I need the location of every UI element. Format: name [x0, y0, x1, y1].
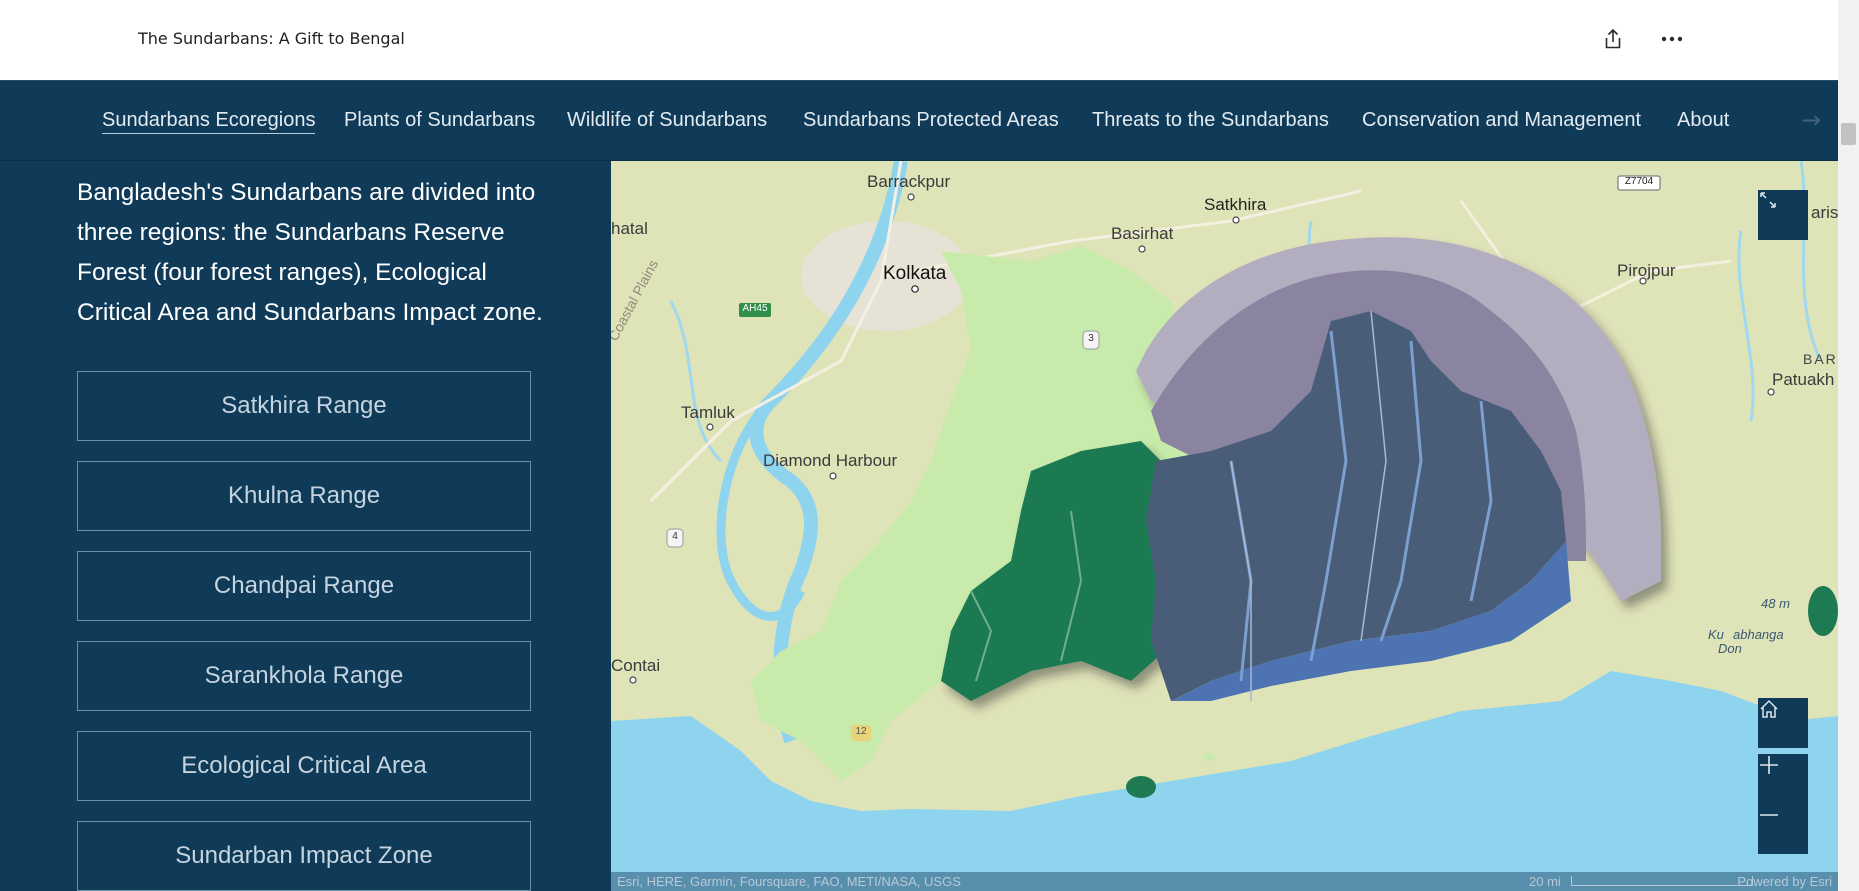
label-bar: BAR — [1803, 351, 1838, 367]
sarankhola-range-button[interactable]: Sarankhola Range — [77, 641, 531, 711]
city-dot-5 — [706, 423, 714, 431]
nav-item-about[interactable]: About — [1677, 109, 1729, 132]
home-icon — [1760, 699, 1778, 718]
map-view[interactable]: Barrackpur Satkhira Basirhat Kolkata hat… — [611, 161, 1838, 891]
page-scrollbar[interactable] — [1838, 0, 1859, 891]
zoom-out-button[interactable] — [1758, 804, 1808, 854]
label-tamluk: Tamluk — [681, 403, 735, 422]
nav-item-conservation[interactable]: Conservation and Management — [1362, 109, 1641, 132]
nav-next-arrow-icon[interactable]: → — [1796, 105, 1826, 135]
ecological-critical-area-button[interactable]: Ecological Critical Area — [77, 731, 531, 801]
map-attribution-bar: Esri, HERE, Garmin, Foursquare, FAO, MET… — [611, 872, 1838, 891]
satkhira-range-button[interactable]: Satkhira Range — [77, 371, 531, 441]
story-title: The Sundarbans: A Gift to Bengal — [138, 29, 405, 48]
shield-4: 4 — [672, 531, 678, 542]
city-dot-6 — [829, 472, 837, 480]
more-options-button[interactable] — [1655, 22, 1689, 56]
share-icon — [1605, 29, 1621, 49]
khulna-range-button[interactable]: Khulna Range — [77, 461, 531, 531]
nav-item-threats[interactable]: Threats to the Sundarbans — [1092, 109, 1329, 132]
label-elevation: 48 m — [1761, 596, 1790, 611]
expand-button[interactable] — [1758, 190, 1808, 240]
island-3 — [1808, 586, 1838, 636]
label-pirojpur: Pirojpur — [1617, 261, 1676, 280]
label-patuakhali: Patuakh — [1772, 370, 1835, 389]
shield-3: 3 — [1088, 333, 1094, 344]
shield-12: 12 — [855, 726, 867, 737]
top-header: The Sundarbans: A Gift to Bengal — [0, 0, 1838, 80]
shield-ah45: AH45 — [742, 303, 768, 314]
city-dot-2 — [1232, 216, 1240, 224]
label-bhatal: hatal — [611, 219, 648, 238]
nav-item-wildlife[interactable]: Wildlife of Sundarbans — [567, 109, 767, 132]
zoom-in-icon — [1760, 756, 1778, 774]
chandpai-range-button[interactable]: Chandpai Range — [77, 551, 531, 621]
island-2 — [1203, 753, 1215, 761]
city-dot-7 — [629, 676, 637, 684]
label-kuakata-2: abhanga — [1733, 627, 1784, 642]
scrollbar-thumb[interactable] — [1841, 123, 1856, 145]
city-dot-4 — [911, 285, 919, 293]
expand-icon — [1760, 192, 1776, 208]
powered-by-esri[interactable]: Powered by Esri — [1721, 874, 1832, 889]
more-icon — [1661, 36, 1683, 42]
label-barisal: aris — [1811, 203, 1838, 222]
nav-item-protected-areas[interactable]: Sundarbans Protected Areas — [803, 109, 1059, 132]
zoom-in-button[interactable] — [1758, 754, 1808, 804]
city-dot-3 — [1138, 245, 1146, 253]
section-nav: Sundarbans Ecoregions Plants of Sundarba… — [0, 80, 1838, 161]
label-kolkata: Kolkata — [883, 263, 947, 284]
island — [1126, 776, 1156, 798]
city-dot — [907, 193, 915, 201]
label-satkhira: Satkhira — [1204, 195, 1267, 214]
nav-item-plants[interactable]: Plants of Sundarbans — [344, 109, 535, 132]
label-kuakata-3: Don — [1718, 641, 1742, 656]
label-diamond-harbour: Diamond Harbour — [763, 451, 898, 470]
share-button[interactable] — [1596, 22, 1630, 56]
side-panel: Bangladesh's Sundarbans are divided into… — [0, 161, 611, 891]
label-barrackpur: Barrackpur — [867, 172, 951, 191]
label-basirhat: Basirhat — [1111, 224, 1174, 243]
home-button[interactable] — [1758, 698, 1808, 748]
sundarban-impact-zone-button[interactable]: Sundarban Impact Zone — [77, 821, 531, 891]
scale-label: 20 mi — [1529, 874, 1561, 889]
label-kuakata: Ku — [1708, 627, 1724, 642]
shield-z7704: Z7704 — [1624, 176, 1654, 187]
intro-text: Bangladesh's Sundarbans are divided into… — [77, 179, 543, 326]
label-contai: Contai — [611, 656, 661, 675]
nav-item-sundarbans-ecoregions[interactable]: Sundarbans Ecoregions — [102, 109, 316, 134]
attribution-text[interactable]: Esri, HERE, Garmin, Foursquare, FAO, MET… — [617, 874, 961, 889]
zoom-out-icon — [1760, 814, 1778, 816]
